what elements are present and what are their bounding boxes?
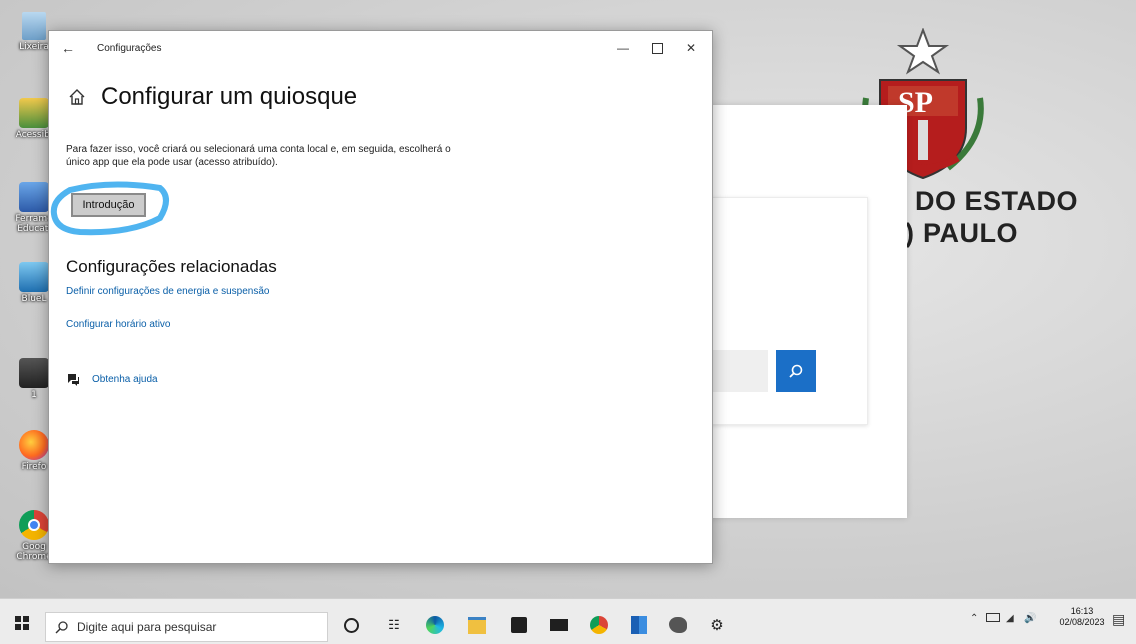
search-icon — [789, 364, 803, 378]
chrome-icon — [19, 510, 49, 540]
window-title: Configurações — [97, 43, 162, 54]
settings-window: ← Configurações — ✕ Configurar um quiosq… — [48, 30, 713, 564]
action-center-button[interactable]: ▤ — [1112, 611, 1125, 628]
windows-logo-icon — [15, 616, 29, 630]
taskbar-file-explorer[interactable] — [466, 614, 488, 636]
back-arrow-icon: ← — [61, 40, 75, 56]
speaker-icon: 🔊 — [1024, 613, 1037, 624]
chrome-icon — [590, 616, 608, 634]
get-started-button[interactable]: Introdução — [71, 193, 146, 217]
help-chat-icon — [68, 374, 79, 386]
taskbar-paint[interactable] — [667, 614, 689, 636]
page-title: Configurar um quiosque — [101, 83, 358, 110]
taskbar-clock[interactable]: 16:13 02/08/2023 — [1056, 606, 1108, 628]
taskbar-search-box[interactable]: Digite aqui para pesquisar — [45, 612, 328, 642]
notification-icon: ▤ — [1112, 611, 1126, 627]
firefox-icon — [19, 430, 49, 460]
folder-icon — [468, 616, 486, 634]
back-button[interactable]: ← — [59, 39, 77, 57]
screen-icon — [19, 358, 49, 388]
taskbar-settings[interactable]: ⚙ — [706, 614, 728, 636]
power-sleep-settings-link[interactable]: Definir configurações de energia e suspe… — [66, 286, 269, 297]
wallpaper-text-line1: DO ESTADO — [915, 186, 1079, 216]
home-icon[interactable] — [67, 87, 87, 107]
taskbar: Digite aqui para pesquisar ☷ ⚙ ⌃ ◢ 🔊 ▤ — [0, 598, 1136, 644]
taskbar-app-blue[interactable] — [628, 614, 650, 636]
taskbar-chrome[interactable] — [588, 614, 610, 636]
minimize-icon: — — [617, 41, 629, 55]
app-icon — [631, 616, 647, 634]
clock-date: 02/08/2023 — [1059, 617, 1105, 627]
store-icon — [511, 617, 527, 633]
task-view-icon: ☷ — [388, 617, 400, 632]
cortana-icon — [343, 617, 359, 633]
search-icon — [55, 621, 68, 634]
taskbar-mail[interactable] — [548, 614, 570, 636]
get-help-label: Obtenha ajuda — [92, 373, 158, 385]
kiosk-description: Para fazer isso, você criará ou selecion… — [66, 144, 451, 168]
mail-icon — [550, 619, 568, 631]
show-hidden-icons-button[interactable]: ⌃ — [970, 613, 978, 624]
close-icon: ✕ — [685, 41, 697, 55]
battery-icon — [986, 613, 1000, 622]
chevron-up-icon: ⌃ — [970, 613, 979, 624]
cortana-button[interactable] — [340, 614, 362, 636]
paint-icon — [669, 617, 687, 633]
recycle-bin-icon — [22, 12, 46, 40]
close-button[interactable]: ✕ — [673, 36, 709, 60]
get-help-link[interactable]: Obtenha ajuda — [66, 372, 158, 386]
active-hours-link[interactable]: Configurar horário ativo — [66, 319, 171, 330]
gear-icon: ⚙ — [710, 617, 724, 634]
wallpaper-text-line2: ) PAULO — [905, 218, 1018, 248]
desktop: Lixeira Acessibi Ferrame Educati BlueL 1… — [0, 0, 1136, 598]
start-button[interactable] — [8, 611, 36, 635]
edge-icon — [426, 616, 444, 634]
title-bar: ← Configurações — ✕ — [49, 31, 712, 65]
related-settings-title: Configurações relacionadas — [66, 257, 277, 276]
wifi-icon: ◢ — [1006, 613, 1014, 624]
taskbar-edge[interactable] — [424, 614, 446, 636]
tray-battery[interactable] — [986, 613, 1000, 625]
taskbar-store[interactable] — [508, 614, 530, 636]
background-search-button[interactable] — [776, 350, 816, 392]
clock-time: 16:13 — [1070, 606, 1094, 616]
tray-network[interactable]: ◢ — [1006, 613, 1014, 624]
minimize-button[interactable]: — — [605, 36, 641, 60]
background-search-input[interactable] — [706, 350, 768, 392]
tray-volume[interactable]: 🔊 — [1024, 613, 1036, 624]
tools-icon — [19, 182, 49, 212]
task-view-button[interactable]: ☷ — [383, 614, 405, 636]
maximize-button[interactable] — [639, 36, 675, 60]
wallpaper-text-line2-word: PAULO — [923, 218, 1018, 248]
accessibility-icon — [19, 98, 49, 128]
search-placeholder: Digite aqui para pesquisar — [77, 620, 217, 634]
maximize-icon — [651, 42, 663, 54]
bluelab-icon — [19, 262, 49, 292]
